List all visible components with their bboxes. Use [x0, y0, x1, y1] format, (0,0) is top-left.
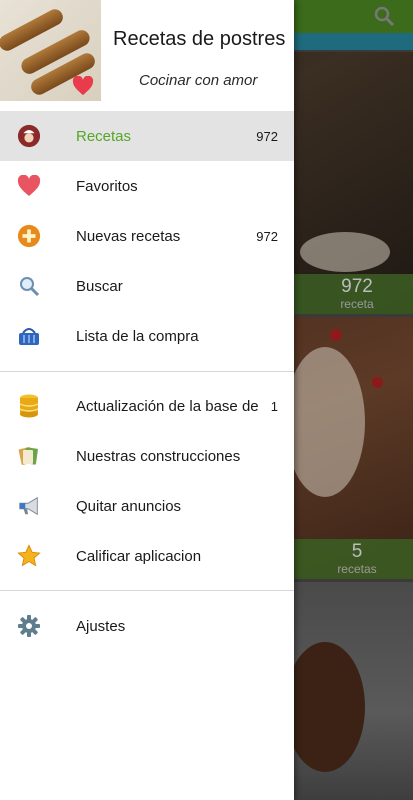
menu-item-lista-compra[interactable]: Lista de la compra [0, 311, 294, 361]
menu-item-ajustes[interactable]: Ajustes [0, 601, 294, 651]
app-title: Recetas de postres [113, 28, 286, 50]
menu-item-label: Quitar anuncios [76, 497, 182, 515]
food-image [285, 642, 365, 772]
menu-item-label: Buscar [76, 277, 123, 295]
heart-logo-icon [72, 76, 94, 96]
berry-decoration [330, 329, 342, 341]
card-recipe-unit: receta [340, 297, 374, 311]
megaphone-icon [17, 494, 41, 518]
menu-item-label: Ajustes [76, 617, 126, 635]
chef-avatar-icon [17, 124, 41, 148]
star-icon [17, 544, 41, 568]
toolbar-search-icon[interactable] [373, 5, 395, 27]
menu-item-count: 1 [270, 398, 278, 414]
menu-item-favoritos[interactable]: Favoritos [0, 161, 294, 211]
add-circle-icon [17, 224, 41, 248]
menu-item-nuevas-recetas[interactable]: Nuevas recetas 972 [0, 211, 294, 261]
menu-item-actualizacion[interactable]: Actualización de la base de 1 [0, 381, 294, 431]
menu-divider [0, 590, 294, 591]
food-image [285, 347, 365, 497]
menu-item-count: 972 [256, 128, 278, 144]
menu-item-count: 972 [256, 228, 278, 244]
search-icon [17, 274, 41, 298]
shopping-basket-icon [17, 324, 41, 348]
menu-divider [0, 371, 294, 372]
card-recipe-count: 972 [341, 276, 373, 297]
food-image [300, 232, 390, 272]
menu-item-label: Nuestras construcciones [76, 447, 241, 465]
menu-item-buscar[interactable]: Buscar [0, 261, 294, 311]
menu-item-label: Actualización de la base de [76, 397, 259, 415]
menu-item-construcciones[interactable]: Nuestras construcciones [0, 431, 294, 481]
apps-icon [17, 444, 41, 468]
navigation-drawer: Recetas de postres Cocinar con amor Rece… [0, 0, 294, 800]
drawer-header: Recetas de postres Cocinar con amor [0, 0, 294, 110]
menu-item-label: Lista de la compra [76, 327, 199, 345]
menu-item-recetas[interactable]: Recetas 972 [0, 111, 294, 161]
menu-item-quitar-anuncios[interactable]: Quitar anuncios [0, 481, 294, 531]
menu-item-calificar[interactable]: Calificar aplicacion [0, 531, 294, 581]
menu-item-label: Recetas [76, 127, 132, 145]
menu-item-label: Nuevas recetas [76, 227, 181, 245]
app-subtitle: Cocinar con amor [139, 72, 258, 89]
app-logo-image [0, 0, 101, 101]
heart-icon [17, 174, 41, 198]
card-recipe-unit: recetas [337, 562, 377, 576]
database-icon [17, 394, 41, 418]
menu-item-label: Favoritos [76, 177, 138, 195]
gear-icon [17, 614, 41, 638]
menu-item-label: Calificar aplicacion [76, 547, 202, 565]
card-recipe-count: 5 [351, 541, 363, 562]
berry-decoration [372, 377, 383, 388]
